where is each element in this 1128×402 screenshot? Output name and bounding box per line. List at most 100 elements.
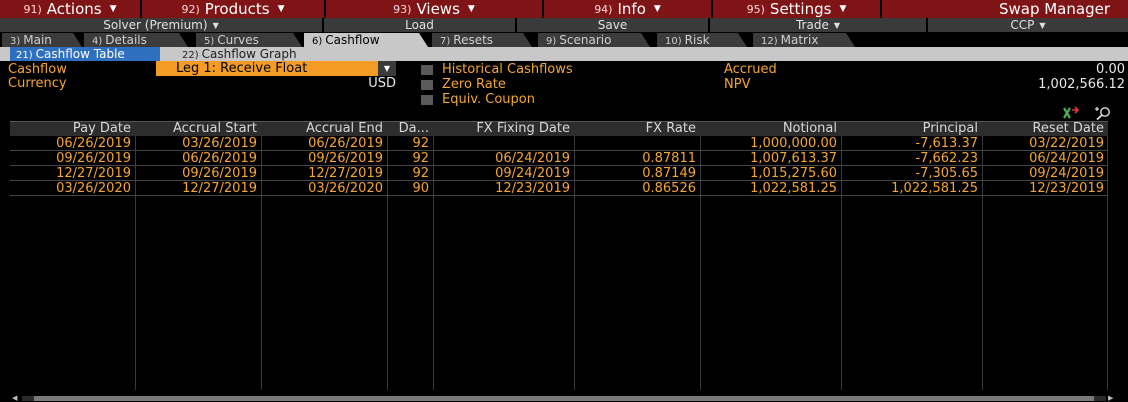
npv-value: 1,002,566.12	[1038, 77, 1125, 92]
caret-down-icon[interactable]: ▼	[378, 61, 396, 76]
column-header-days[interactable]: Da...	[388, 122, 433, 136]
accrued-label: Accrued	[724, 62, 777, 77]
menu-actions[interactable]: 91) Actions ▼	[0, 0, 140, 18]
tab-number: 9)	[546, 36, 557, 47]
historical-cashflows-label: Historical Cashflows	[442, 62, 573, 77]
cell-notional: 1,000,000.00	[750, 136, 837, 151]
sub-toolbar: Solver (Premium) ▼ Load Save Trade ▼ CCP…	[0, 18, 1128, 32]
cell-reset-date: 09/24/2019	[1029, 166, 1104, 181]
npv-label: NPV	[724, 77, 751, 92]
tab-resets[interactable]: 7) Resets	[432, 33, 532, 47]
column-header-reset-date[interactable]: Reset Date	[983, 122, 1108, 136]
caret-down-icon: ▼	[833, 20, 840, 30]
trade-label: Trade	[795, 18, 829, 32]
cell-accrual-start: 03/26/2019	[182, 136, 257, 151]
cell-fx-rate	[575, 136, 700, 151]
horizontal-scrollbar[interactable]	[22, 396, 1106, 401]
tab-number: 5)	[204, 36, 215, 47]
tab-details[interactable]: 4) Details	[84, 33, 188, 47]
currency-label: Currency	[8, 76, 67, 91]
cell-fx-fixing-date	[434, 136, 574, 151]
menu-info[interactable]: 94) Info ▼	[544, 0, 711, 18]
tab-label: Matrix	[780, 33, 819, 47]
tab-curves[interactable]: 5) Curves	[196, 33, 302, 47]
table-row[interactable]: 03/26/2020 12/27/2019 03/26/2020 90 12/23/20…	[10, 181, 1108, 196]
column-header-notional[interactable]: Notional	[701, 122, 841, 136]
cell-principal: -7,662.23	[915, 151, 978, 166]
menu-label: Actions	[46, 0, 102, 18]
zero-rate-checkbox[interactable]	[421, 80, 433, 90]
historical-cashflows-checkbox[interactable]	[421, 65, 433, 75]
save-button[interactable]: Save	[517, 18, 708, 32]
column-header-principal[interactable]: Principal	[842, 122, 982, 136]
cell-reset-date: 03/22/2019	[1029, 136, 1104, 151]
cell-days: 92	[412, 151, 429, 166]
cell-days: 92	[412, 166, 429, 181]
caret-down-icon: ▼	[109, 4, 117, 14]
table-row[interactable]: 09/26/2019 06/26/2019 09/26/2019 92 06/24/20…	[10, 151, 1108, 166]
trade-dropdown[interactable]: Trade ▼	[710, 18, 926, 32]
app-title: Swap Manager	[882, 0, 1128, 18]
tab-number: 3)	[10, 36, 21, 47]
cell-fx-rate: 0.87811	[642, 151, 696, 166]
table-header: Pay Date Accrual Start Accrual End Da...…	[10, 122, 1108, 136]
tab-cashflow[interactable]: 6) Cashflow	[304, 33, 428, 47]
column-header-fx-rate[interactable]: FX Rate	[575, 122, 700, 136]
menu-bar: 91) Actions ▼ 92) Products ▼ 93) Views ▼…	[0, 0, 1128, 18]
scrollbar-thumb[interactable]	[34, 396, 1094, 401]
cell-accrual-end: 06/26/2019	[308, 136, 383, 151]
scroll-right-icon[interactable]: ▶	[1108, 395, 1116, 402]
table-row[interactable]: 06/26/2019 03/26/2019 06/26/2019 92 1,000,00…	[10, 136, 1108, 151]
equiv-coupon-checkbox[interactable]	[421, 95, 433, 105]
cell-principal: -7,613.37	[915, 136, 978, 151]
menu-views[interactable]: 93) Views ▼	[326, 0, 542, 18]
zero-rate-label: Zero Rate	[442, 77, 506, 92]
column-header-fx-fixing-date[interactable]: FX Fixing Date	[434, 122, 574, 136]
cell-notional: 1,007,613.37	[750, 151, 837, 166]
export-excel-icon[interactable]	[1062, 106, 1080, 120]
cell-fx-fixing-date: 12/23/2019	[495, 181, 570, 196]
caret-down-icon: ▼	[277, 4, 285, 14]
subtab-bar: 21) Cashflow Table 22) Cashflow Graph	[0, 47, 1128, 61]
caret-down-icon: ▼	[653, 4, 661, 14]
column-header-accrual-start[interactable]: Accrual Start	[136, 122, 261, 136]
subtab-cashflow-table[interactable]: 21) Cashflow Table	[10, 47, 160, 61]
row-divider	[10, 195, 1108, 196]
cell-days: 90	[412, 181, 429, 196]
menu-settings[interactable]: 95) Settings ▼	[713, 0, 880, 18]
cashflow-leg-select[interactable]: Leg 1: Receive Float ▼	[156, 61, 396, 76]
table-row[interactable]: 12/27/2019 09/26/2019 12/27/2019 92 09/24/20…	[10, 166, 1108, 181]
cell-principal: -7,305.65	[915, 166, 978, 181]
cell-fx-rate: 0.87149	[642, 166, 696, 181]
cell-pay-date: 12/27/2019	[56, 166, 131, 181]
load-button[interactable]: Load	[324, 18, 515, 32]
tab-number: 10)	[665, 36, 682, 47]
cell-notional: 1,015,275.60	[750, 166, 837, 181]
column-header-pay-date[interactable]: Pay Date	[10, 122, 135, 136]
ccp-dropdown[interactable]: CCP ▼	[928, 18, 1128, 32]
tab-label: Risk	[684, 33, 710, 47]
menu-products[interactable]: 92) Products ▼	[142, 0, 324, 18]
tab-main[interactable]: 3) Main	[2, 33, 82, 47]
menu-label: Views	[416, 0, 460, 18]
cell-fx-rate: 0.86526	[642, 181, 696, 196]
tab-number: 12)	[761, 36, 778, 47]
caret-down-icon: ▼	[1039, 20, 1046, 30]
zoom-search-icon[interactable]	[1094, 106, 1112, 120]
subtab-label: Cashflow Table	[35, 47, 125, 61]
tab-number: 4)	[92, 36, 103, 47]
tab-matrix[interactable]: 12) Matrix	[753, 33, 855, 47]
subtab-cashflow-graph[interactable]: 22) Cashflow Graph	[176, 47, 336, 61]
solver-dropdown[interactable]: Solver (Premium) ▼	[0, 18, 322, 32]
cashflow-label: Cashflow	[8, 62, 67, 77]
cell-reset-date: 06/24/2019	[1029, 151, 1104, 166]
tab-label: Details	[105, 33, 147, 47]
menu-number: 95)	[746, 2, 765, 16]
column-header-accrual-end[interactable]: Accrual End	[262, 122, 387, 136]
scroll-left-icon[interactable]: ◀	[12, 395, 20, 402]
subtab-number: 22)	[182, 50, 199, 61]
ccp-label: CCP	[1010, 18, 1035, 32]
tab-risk[interactable]: 10) Risk	[657, 33, 747, 47]
tab-scenario[interactable]: 9) Scenario	[538, 33, 650, 47]
cell-pay-date: 06/26/2019	[56, 136, 131, 151]
